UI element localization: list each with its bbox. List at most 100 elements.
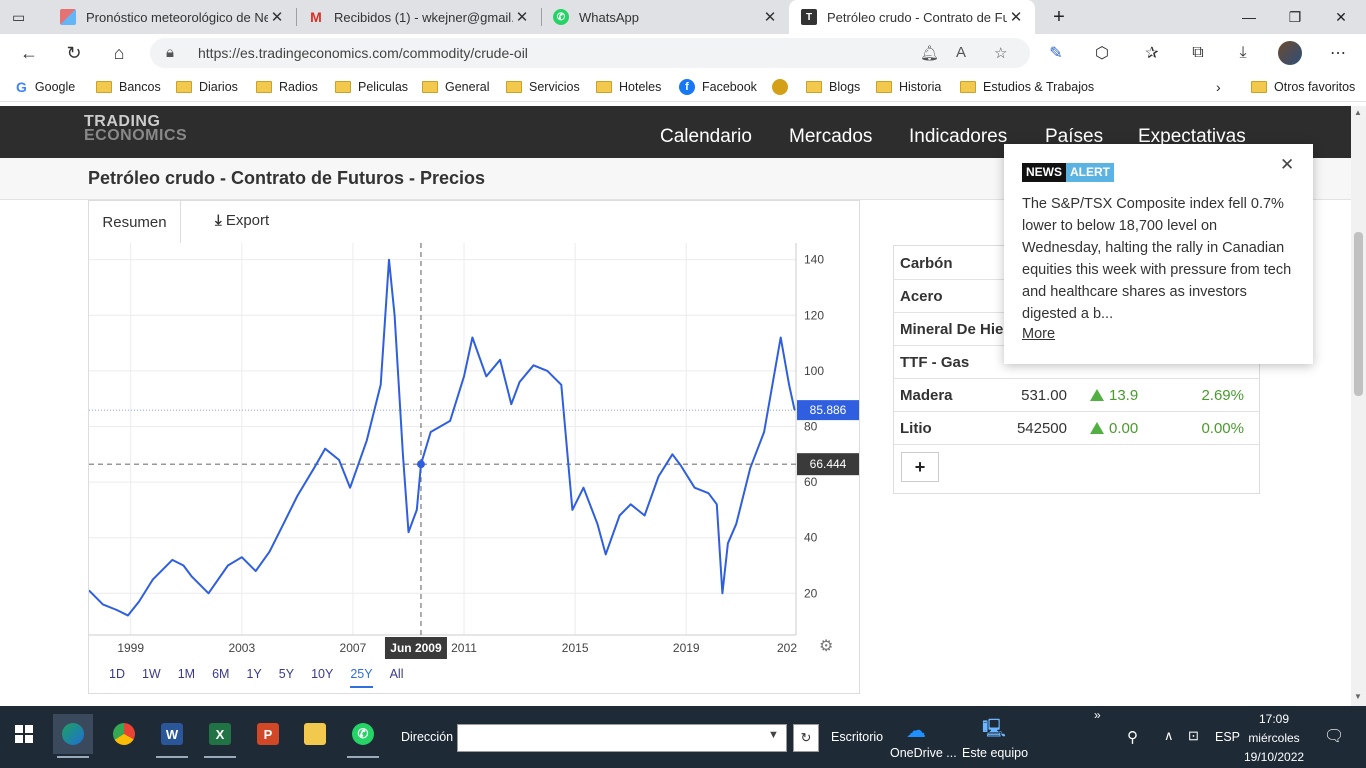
taskbar-chrome[interactable]	[104, 714, 144, 754]
taskbar-powerpoint[interactable]: P	[248, 714, 288, 754]
site-logo[interactable]: TRADING ECONOMICS	[84, 114, 187, 144]
tab-actions-button[interactable]: ▭	[0, 0, 48, 34]
bookmark-folder-estudios[interactable]: Estudios & Trabajos	[960, 78, 1094, 96]
notifications-icon[interactable]: 🗨︎	[1324, 726, 1344, 746]
taskbar-word[interactable]: W	[152, 714, 192, 758]
network-icon[interactable]: ⊡	[1188, 728, 1199, 744]
browser-tab-weather[interactable]: Pronóstico meteorológico de Ne ✕	[48, 0, 296, 34]
chevron-up-icon[interactable]: ∧	[1164, 728, 1174, 744]
address-bar[interactable]: 🔒︎ https://es.tradingeconomics.com/commo…	[150, 38, 1030, 68]
bookmark-folder-radios[interactable]: Radios	[256, 78, 318, 96]
bookmark-folder-peliculas[interactable]: Peliculas	[335, 78, 408, 96]
folder-icon	[1251, 81, 1267, 93]
home-button[interactable]: ⌂	[104, 38, 134, 68]
scroll-thumb[interactable]	[1354, 232, 1363, 396]
folder-icon	[806, 81, 822, 93]
onedrive-label[interactable]: OneDrive ...	[890, 746, 957, 760]
range-button-5y[interactable]: 5Y	[279, 667, 294, 688]
download-icon[interactable]: ⤓	[1231, 42, 1255, 64]
profile-avatar[interactable]	[1278, 41, 1302, 65]
close-tab-icon[interactable]: ✕	[761, 8, 779, 26]
collections-icon[interactable]: ⧉	[1186, 42, 1210, 64]
scroll-up-icon[interactable]: ▲	[1354, 108, 1362, 117]
nav-calendario[interactable]: Calendario	[660, 126, 752, 148]
nav-mercados[interactable]: Mercados	[789, 126, 872, 148]
scroll-down-icon[interactable]: ▼	[1354, 692, 1362, 701]
price-chart[interactable]: 140 120 100 80 60 40 20 85.886 66.444 1999 2003 200…	[89, 243, 859, 663]
add-favorite-icon[interactable]: ☆	[994, 44, 1007, 62]
more-options-icon[interactable]: ⋯	[1326, 42, 1350, 64]
bookmark-folder-diarios[interactable]: Diarios	[176, 78, 238, 96]
range-button-1m[interactable]: 1M	[178, 667, 195, 688]
extensions-icon[interactable]: ⬡	[1090, 42, 1114, 64]
chevron-down-icon[interactable]: ▼	[768, 729, 779, 741]
bookmark-folder-general[interactable]: General	[422, 78, 489, 96]
range-button-1d[interactable]: 1D	[109, 667, 125, 688]
browser-tab-crude-oil[interactable]: T Petróleo crudo - Contrato de Fut ✕	[789, 0, 1035, 34]
range-button-25y[interactable]: 25Y	[350, 667, 373, 688]
bookmark-folder-blogs[interactable]: Blogs	[806, 78, 860, 96]
bookmarks-overflow-button[interactable]: ›	[1216, 78, 1221, 96]
tab-resumen[interactable]: Resumen	[89, 201, 181, 243]
bookmark-google[interactable]: G Google	[16, 78, 75, 96]
page-scrollbar[interactable]: ▲ ▼	[1351, 106, 1366, 706]
commodity-name[interactable]: Madera	[900, 387, 953, 404]
news-more-link[interactable]: More	[1022, 326, 1055, 342]
range-button-all[interactable]: All	[390, 667, 404, 688]
minimize-button[interactable]: —	[1226, 0, 1272, 34]
bookmark-folder-servicios[interactable]: Servicios	[506, 78, 580, 96]
taskbar-whatsapp[interactable]: ✆	[343, 714, 383, 758]
taskbar-explorer[interactable]	[295, 714, 335, 754]
close-tab-icon[interactable]: ✕	[268, 8, 286, 26]
system-clock[interactable]: 17:09 miércoles 19/10/2022	[1244, 710, 1304, 767]
close-tab-icon[interactable]: ✕	[1007, 8, 1025, 26]
commodity-name[interactable]: Acero	[900, 288, 943, 305]
gear-icon[interactable]: ⚙	[819, 636, 833, 656]
price-data-point	[393, 314, 396, 316]
bookmark-folder-bancos[interactable]: Bancos	[96, 78, 161, 96]
range-button-10y[interactable]: 10Y	[311, 667, 333, 688]
range-button-1y[interactable]: 1Y	[246, 667, 261, 688]
commodity-name[interactable]: Litio	[900, 420, 932, 437]
running-indicator	[57, 756, 89, 758]
language-indicator[interactable]: ESP	[1215, 730, 1240, 744]
restore-button[interactable]: ❐	[1272, 0, 1318, 34]
commodity-row[interactable]: Litio 542500 0.00 0.00%	[894, 411, 1259, 445]
toolbar-overflow-icon[interactable]: »	[1094, 708, 1101, 722]
notifications-blocked-icon[interactable]: 🔔︎	[920, 44, 939, 62]
browser-tab-whatsapp[interactable]: ✆ WhatsApp ✕	[541, 0, 789, 34]
commodity-name[interactable]: Carbón	[900, 255, 953, 272]
x-tick-label: 2003	[228, 641, 255, 655]
commodity-name[interactable]: TTF - Gas	[900, 354, 969, 371]
nav-indicadores[interactable]: Indicadores	[909, 126, 1007, 148]
bookmark-emoji[interactable]	[772, 78, 788, 96]
this-pc-label[interactable]: Este equipo	[962, 746, 1028, 760]
taskbar-excel[interactable]: X	[200, 714, 240, 758]
bookmark-folder-historia[interactable]: Historia	[876, 78, 941, 96]
bookmark-facebook[interactable]: f Facebook	[679, 78, 757, 96]
people-icon[interactable]: ⚲	[1127, 728, 1138, 746]
export-button[interactable]: ⤓ Export	[215, 212, 269, 229]
address-go-button[interactable]: ↻	[793, 724, 819, 752]
commodity-row[interactable]: Madera 531.00 13.9 2.69%	[894, 378, 1259, 412]
range-button-1w[interactable]: 1W	[142, 667, 161, 688]
close-window-button[interactable]: ✕	[1318, 0, 1364, 34]
range-button-6m[interactable]: 6M	[212, 667, 229, 688]
desktop-toolbar-label[interactable]: Escritorio	[831, 730, 883, 744]
new-tab-button[interactable]: +	[1036, 0, 1082, 34]
taskbar-edge[interactable]	[53, 714, 93, 758]
close-icon[interactable]: ✕	[1280, 155, 1294, 175]
last-value-label: 85.886	[810, 403, 847, 417]
back-button[interactable]: ←	[14, 38, 44, 68]
extension-pen-icon[interactable]: ✎	[1044, 42, 1068, 64]
browser-tab-gmail[interactable]: M Recibidos (1) - wkejner@gmail.co ✕	[296, 0, 541, 34]
bookmark-folder-otros[interactable]: Otros favoritos	[1251, 78, 1355, 96]
start-button[interactable]	[4, 714, 44, 754]
favorites-icon[interactable]: ✰	[1140, 42, 1164, 64]
address-toolbar-input[interactable]	[457, 724, 787, 752]
read-aloud-icon[interactable]: A	[956, 44, 966, 61]
bookmark-folder-hoteles[interactable]: Hoteles	[596, 78, 661, 96]
close-tab-icon[interactable]: ✕	[513, 8, 531, 26]
refresh-button[interactable]: ↻	[59, 38, 89, 68]
add-button[interactable]: +	[901, 452, 939, 482]
